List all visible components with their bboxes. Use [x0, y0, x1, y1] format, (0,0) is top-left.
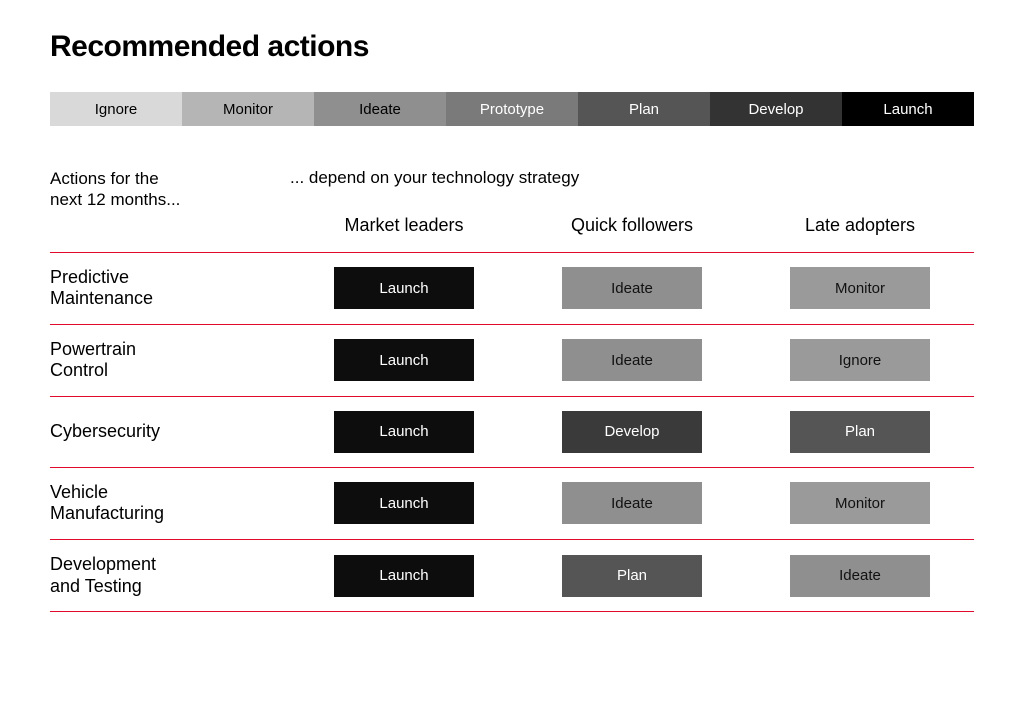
col-late-adopters: Late adopters [746, 211, 974, 246]
strategy-label: ... depend on your technology strategy [290, 168, 974, 188]
action-pill: Launch [334, 411, 474, 453]
action-pill: Plan [562, 555, 702, 597]
scale-step-monitor: Monitor [182, 92, 314, 126]
scale-step-ignore: Ignore [50, 92, 182, 126]
action-pill: Develop [562, 411, 702, 453]
col-market-leaders: Market leaders [290, 211, 518, 246]
action-pill: Monitor [790, 267, 930, 309]
row-label-development-testing: Development and Testing [50, 554, 290, 597]
scale-step-ideate: Ideate [314, 92, 446, 126]
action-pill: Launch [334, 555, 474, 597]
action-scale: Ignore Monitor Ideate Prototype Plan Dev… [50, 92, 974, 126]
actions-label-line1: Actions for the [50, 169, 159, 188]
action-pill: Ideate [562, 267, 702, 309]
action-pill: Launch [334, 482, 474, 524]
actions-label-line2: next 12 months... [50, 190, 180, 209]
col-quick-followers: Quick followers [518, 211, 746, 246]
action-matrix: Predictive Maintenance Launch Ideate Mon… [50, 252, 974, 613]
action-pill: Ignore [790, 339, 930, 381]
scale-step-plan: Plan [578, 92, 710, 126]
table-row: Powertrain Control Launch Ideate Ignore [50, 324, 974, 396]
table-row: Predictive Maintenance Launch Ideate Mon… [50, 252, 974, 324]
row-label-cybersecurity: Cybersecurity [50, 421, 290, 443]
action-pill: Monitor [790, 482, 930, 524]
scale-step-launch: Launch [842, 92, 974, 126]
action-pill: Ideate [562, 339, 702, 381]
action-pill: Plan [790, 411, 930, 453]
action-pill: Launch [334, 339, 474, 381]
row-label-vehicle-manufacturing: Vehicle Manufacturing [50, 482, 290, 525]
page-title: Recommended actions [50, 30, 974, 64]
table-row: Cybersecurity Launch Develop Plan [50, 396, 974, 467]
actions-timeframe-label: Actions for the next 12 months... [50, 168, 290, 211]
scale-step-develop: Develop [710, 92, 842, 126]
table-row: Development and Testing Launch Plan Idea… [50, 539, 974, 612]
action-pill: Launch [334, 267, 474, 309]
scale-step-prototype: Prototype [446, 92, 578, 126]
column-headers: Actions for the next 12 months... ... de… [50, 168, 974, 246]
table-row: Vehicle Manufacturing Launch Ideate Moni… [50, 467, 974, 539]
row-label-powertrain-control: Powertrain Control [50, 339, 290, 382]
action-pill: Ideate [790, 555, 930, 597]
action-pill: Ideate [562, 482, 702, 524]
row-label-predictive-maintenance: Predictive Maintenance [50, 267, 290, 310]
